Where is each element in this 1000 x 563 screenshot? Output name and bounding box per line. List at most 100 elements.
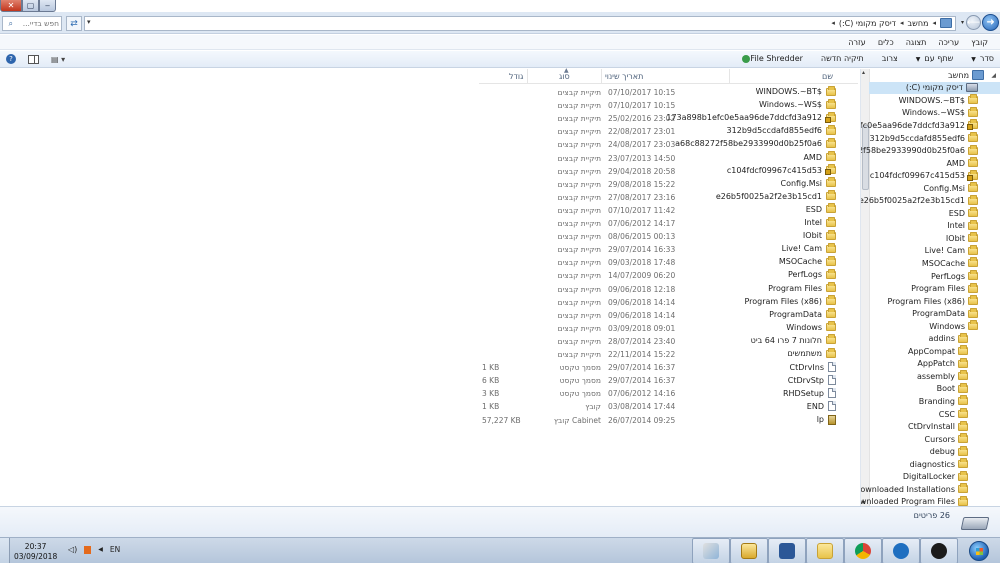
column-header-size[interactable]: גודל (509, 72, 523, 81)
menu-tools[interactable]: כלים (878, 38, 894, 47)
file-name-cell[interactable]: ProgramData (769, 308, 836, 319)
file-row[interactable]: Config.Msi 29/08/2018 15:22 תיקיית קבצים (479, 177, 858, 191)
tree-item-folder[interactable]: ESD (869, 207, 1000, 220)
help-icon[interactable]: ? (6, 54, 16, 64)
taskbar-ccleaner[interactable] (882, 538, 920, 563)
tree-item-subfolder[interactable]: CSC (869, 408, 1000, 421)
minimize-button[interactable]: ‒ (39, 0, 56, 12)
back-button[interactable]: ➜ (982, 14, 999, 31)
file-name-cell[interactable]: ESD (806, 203, 836, 214)
file-row[interactable]: MSOCache 09/03/2018 17:48 תיקיית קבצים (479, 255, 858, 269)
tree-item-folder[interactable]: Config.Msi (869, 182, 1000, 195)
file-name-cell[interactable]: Program Files (768, 282, 836, 293)
file-name-cell[interactable]: Program Files (x86) (744, 295, 836, 306)
file-name-cell[interactable]: a68c88272f58be2933990d0b25f0a6 (675, 137, 836, 148)
search-input[interactable] (13, 19, 59, 28)
tree-item-folder[interactable]: Windows (869, 320, 1000, 333)
speaker-icon[interactable]: ◁) (68, 545, 77, 554)
search-icon[interactable]: ⌕ (9, 19, 13, 29)
tree-item-folder[interactable]: $WINDOWS.~BT (869, 94, 1000, 107)
file-row[interactable]: ESD 07/10/2017 11:42 תיקיית קבצים (479, 203, 858, 217)
tree-item-subfolder[interactable]: assembly (869, 370, 1000, 383)
file-row[interactable]: CtDrvIns 29/07/2014 16:37 מסמך טקסט 1 KB (479, 361, 858, 374)
file-name-cell[interactable]: RHDSetup (783, 388, 836, 399)
file-name-cell[interactable]: CtDrvIns (789, 362, 836, 373)
system-clock[interactable]: 20:37 03/09/2018 (14, 542, 57, 562)
tree-item-subfolder[interactable]: addins (869, 332, 1000, 345)
tree-item-subfolder[interactable]: Boot (869, 382, 1000, 396)
language-indicator[interactable]: EN (110, 545, 120, 554)
tree-item-subfolder[interactable]: DigitalLocker (869, 470, 1000, 484)
breadcrumb-computer[interactable]: מחשב (908, 19, 929, 28)
taskbar-explorer[interactable] (730, 538, 768, 563)
change-view-icon[interactable]: ▤ ▾ (51, 55, 65, 64)
tree-item-folder[interactable]: ProgramData (869, 307, 1000, 320)
breadcrumb-separator-icon[interactable]: ◂ (932, 19, 936, 27)
file-row[interactable]: Live! Cam 29/07/2014 16:33 תיקיית קבצים (479, 242, 858, 256)
tree-item-folder[interactable]: $Windows.~WS (869, 106, 1000, 120)
show-hidden-icons-icon[interactable]: ◀ (98, 546, 103, 553)
taskbar-folder[interactable] (806, 538, 844, 563)
address-bar[interactable]: ▾ ◂ מחשב ◂ דיסק מקומי (C:) ◂ (84, 16, 956, 31)
tree-item-subfolder[interactable]: CtDrvInstall (869, 420, 1000, 433)
file-row[interactable]: END 03/08/2014 17:44 קובץ 1 KB (479, 400, 858, 413)
file-row[interactable]: Windows 03/09/2018 09:01 תיקיית קבצים (479, 321, 858, 335)
file-name-cell[interactable]: $Windows.~WS (759, 98, 836, 109)
tree-item-subfolder[interactable]: Branding (869, 395, 1000, 408)
menu-help[interactable]: עזרה (848, 38, 866, 47)
file-row[interactable]: PerfLogs 14/07/2009 06:20 תיקיית קבצים (479, 268, 858, 282)
tree-item-folder[interactable]: c104fdcf09967c415d53 (869, 169, 1000, 182)
expanded-arrow-icon[interactable]: ◢ (988, 72, 996, 79)
tree-item-folder[interactable]: Program Files (869, 282, 1000, 295)
tree-item-folder[interactable]: MSOCache (869, 257, 1000, 270)
file-name-cell[interactable]: PerfLogs (788, 268, 836, 279)
maximize-button[interactable]: ▢ (22, 0, 39, 12)
file-row[interactable]: e26b5f0025a2f2e3b15cd1 27/08/2017 23:16 תי… (479, 190, 858, 204)
breadcrumb-drive-c[interactable]: דיסק מקומי (C:) (839, 19, 896, 28)
tree-item-folder[interactable]: e26b5f0025a2f2e3b15cd1 (861, 194, 1000, 207)
tree-item-folder[interactable]: 312b9d5ccdafd855edf6 (869, 132, 1000, 145)
tree-item-folder[interactable]: PerfLogs (869, 270, 1000, 283)
scroll-up-icon[interactable]: ▴ (862, 69, 865, 76)
nav-pane-scroll-thumb[interactable] (862, 125, 869, 190)
refresh-button[interactable]: ⇄ (66, 16, 82, 31)
file-row[interactable]: Intel 07/06/2012 14:17 תיקיית קבצים (479, 216, 858, 230)
taskbar-paint[interactable] (692, 538, 730, 563)
file-row[interactable]: $Windows.~WS 07/10/2017 10:15 תיקיית קבצים (479, 98, 858, 112)
file-name-cell[interactable]: Config.Msi (780, 177, 836, 188)
column-header-name[interactable]: שם (822, 72, 833, 81)
tree-item-folder[interactable]: Live! Cam (869, 244, 1000, 258)
column-divider[interactable] (729, 69, 730, 84)
file-row[interactable]: משתמשים 22/11/2014 15:22 תיקיית קבצים (479, 347, 858, 361)
tree-item-folder[interactable]: 72f58be2933990d0b25f0a6 (861, 144, 1000, 157)
file-name-cell[interactable]: CtDrvStp (788, 375, 836, 386)
file-name-cell[interactable]: AMD (803, 151, 836, 162)
file-name-cell[interactable]: Intel (804, 216, 836, 227)
tree-item-computer[interactable]: ◢ מחשב (869, 69, 1000, 82)
tree-item-folder[interactable]: Intel (869, 219, 1000, 233)
search-box[interactable]: ⌕ (2, 16, 62, 31)
tree-item-subfolder[interactable]: diagnostics (869, 458, 1000, 471)
tree-item-subfolder[interactable]: Downloaded Program Files (861, 495, 1000, 506)
address-history-dropdown[interactable]: ▾ (87, 18, 91, 26)
file-shredder-button[interactable]: File Shredder (738, 54, 803, 63)
forward-button[interactable]: ⟵ (966, 15, 981, 30)
office-tray-icon[interactable] (84, 545, 92, 554)
breadcrumb-separator-icon[interactable]: ◂ (900, 19, 904, 27)
menu-edit[interactable]: עריכה (938, 38, 959, 47)
taskbar-chrome[interactable] (844, 538, 882, 563)
tree-item-folder[interactable]: IObit (869, 232, 1000, 245)
start-button[interactable] (958, 538, 1000, 563)
tree-item-subfolder[interactable]: debug (869, 445, 1000, 458)
new-folder-button[interactable]: תיקיה חדשה (821, 54, 864, 63)
share-with-button[interactable]: שתף עם▼ (916, 54, 954, 63)
menu-file[interactable]: קובץ (971, 38, 988, 47)
file-name-cell[interactable]: lp (817, 414, 836, 425)
file-row[interactable]: RHDSetup 07/06/2012 14:16 מסמך טקסט 3 KB (479, 387, 858, 400)
file-name-cell[interactable]: $WINDOWS.~BT (756, 85, 836, 96)
file-row[interactable]: IObit 08/06/2015 00:13 תיקיית קבצים (479, 229, 858, 243)
file-name-cell[interactable]: Windows (786, 321, 836, 332)
tree-item-drive-c[interactable]: דיסק מקומי (C:) (869, 81, 1000, 95)
file-row[interactable]: Program Files 09/06/2018 12:18 תיקיית קבצי… (479, 282, 858, 296)
file-row[interactable]: AMD 23/07/2013 14:50 תיקיית קבצים (479, 151, 858, 165)
